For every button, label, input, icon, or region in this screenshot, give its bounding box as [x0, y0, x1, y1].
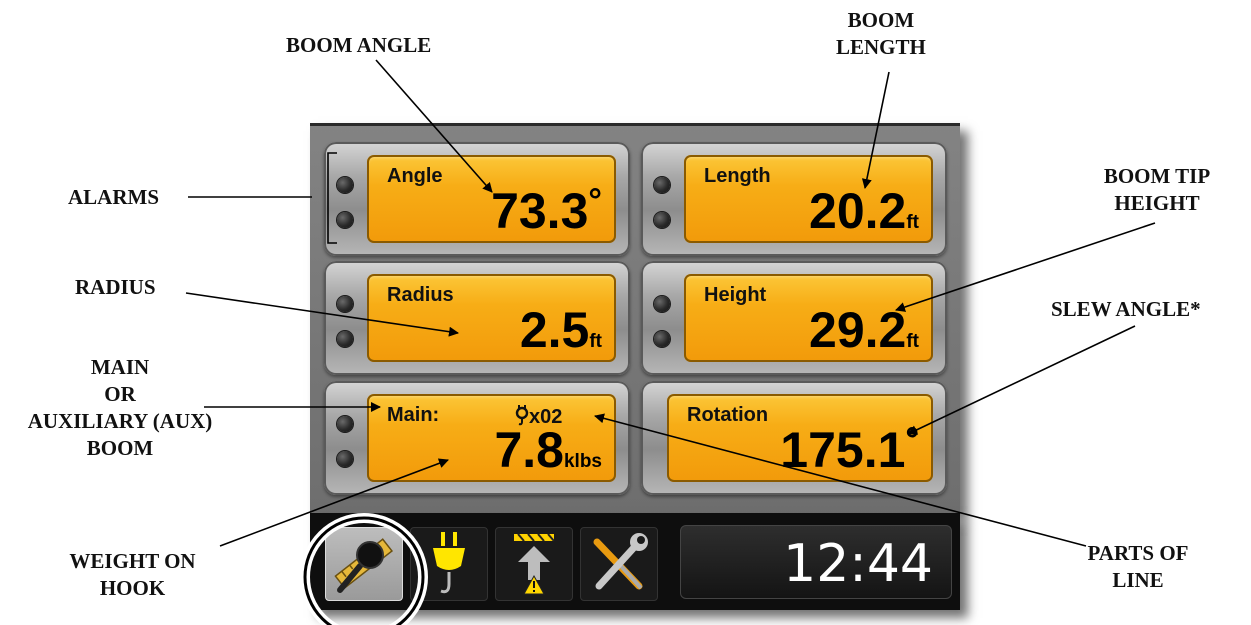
hook-button[interactable] [410, 527, 488, 601]
callout-parts-of-line: PARTS OF LINE [1087, 541, 1189, 592]
radius-tile[interactable]: Radius 2.5ft [324, 261, 630, 375]
rotation-tile[interactable]: Rotation 175.1° [641, 381, 947, 495]
ruler-magnifier-icon [334, 538, 394, 593]
rotation-value: 175.1° [780, 421, 919, 478]
callout-alarms: ALARMS [68, 185, 160, 209]
main-load-tile[interactable]: Main: x02 7.8klbs [324, 381, 630, 495]
clock-display: 12:44 [680, 525, 952, 599]
height-label: Height [704, 284, 767, 306]
callout-radius: RADIUS [75, 275, 156, 299]
settings-tools-button[interactable] [580, 527, 658, 601]
rotation-panel: Rotation 175.1° [667, 394, 933, 482]
height-value: 29.2ft [809, 302, 919, 358]
callout-boom-angle: BOOM ANGLE [286, 33, 432, 57]
length-panel: Length 20.2ft [684, 155, 933, 243]
clock-time: 12:44 [783, 534, 933, 594]
callout-main-aux-boom: MAIN OR AUXILIARY (AUX) BOOM [27, 355, 213, 460]
main-aux-label: Main: [387, 404, 440, 426]
alarm-led-icon [654, 296, 670, 312]
height-panel: Height 29.2ft [684, 274, 933, 362]
alarm-led-icon [337, 212, 353, 228]
length-tile[interactable]: Length 20.2ft [641, 142, 947, 256]
callout-boom-tip-height: BOOM TIP HEIGHT [1103, 164, 1211, 215]
angle-panel: Angle 73.3° [367, 155, 616, 243]
angle-value: 73.3° [491, 182, 602, 239]
weight-on-hook-value: 7.8klbs [494, 422, 602, 478]
crane-display: Angle 73.3° Length 20.2ft Radius 2.5ft H… [310, 123, 960, 610]
length-value: 20.2ft [809, 183, 919, 239]
height-tile[interactable]: Height 29.2ft [641, 261, 947, 375]
angle-label: Angle [387, 165, 443, 187]
hook-icon [433, 532, 465, 594]
radius-panel: Radius 2.5ft [367, 274, 616, 362]
radius-value: 2.5ft [519, 302, 602, 358]
alarm-led-icon [654, 177, 670, 193]
measure-tools-button[interactable] [325, 527, 403, 601]
alarm-led-icon [337, 296, 353, 312]
length-label: Length [704, 165, 771, 187]
alarm-led-icon [337, 416, 353, 432]
angle-tile[interactable]: Angle 73.3° [324, 142, 630, 256]
wrench-screwdriver-icon [593, 533, 648, 590]
taskbar: 12:44 [310, 513, 960, 610]
radius-label: Radius [387, 284, 454, 306]
height-warning-icon [514, 533, 555, 595]
alarm-led-icon [337, 177, 353, 193]
alarm-led-icon [654, 212, 670, 228]
alarm-led-icon [337, 451, 353, 467]
callout-weight-on-hook: WEIGHT ON HOOK [69, 549, 196, 600]
callout-boom-length: BOOM LENGTH [836, 8, 926, 59]
rotation-label: Rotation [687, 404, 769, 426]
height-limit-button[interactable] [495, 527, 573, 601]
callout-slew-angle: SLEW ANGLE* [1051, 297, 1201, 321]
main-load-panel: Main: x02 7.8klbs [367, 394, 616, 482]
alarm-led-icon [337, 331, 353, 347]
display-screen: Angle 73.3° Length 20.2ft Radius 2.5ft H… [310, 123, 960, 513]
alarm-led-icon [654, 331, 670, 347]
